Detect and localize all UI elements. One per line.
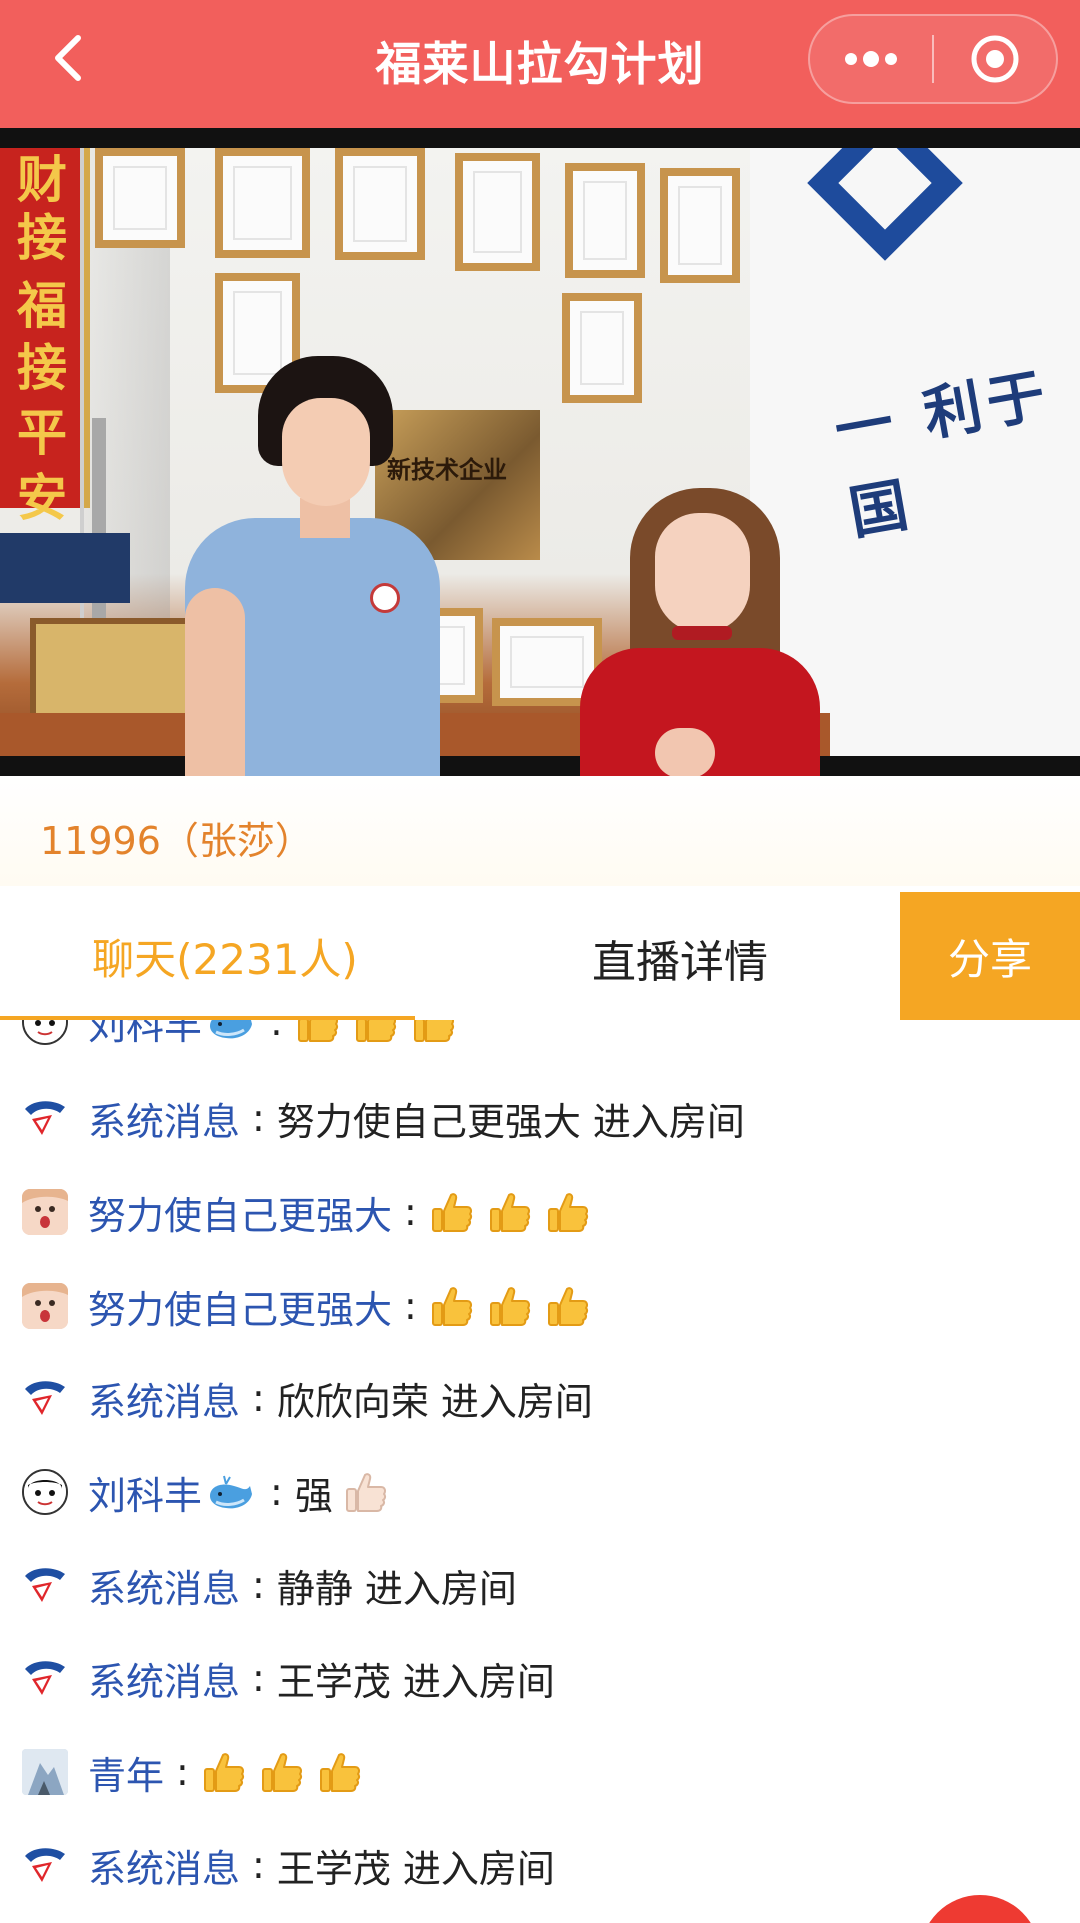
mini-program-capsule bbox=[808, 14, 1058, 104]
certificate-frame bbox=[565, 163, 645, 278]
thumbs-up-icon bbox=[261, 1753, 302, 1792]
message-separator: : bbox=[404, 1190, 417, 1234]
message-text: 静静 进入房间 bbox=[276, 1566, 517, 1611]
user-avatar bbox=[22, 1189, 68, 1235]
certificate-frame bbox=[335, 148, 425, 260]
more-button[interactable] bbox=[810, 16, 932, 102]
message-separator: : bbox=[252, 1656, 265, 1700]
message-text: 王学茂 进入房间 bbox=[276, 1659, 555, 1704]
thumbs-up-icon bbox=[297, 1020, 338, 1042]
message-text: 努力使自己更强大 进入房间 bbox=[276, 1099, 745, 1144]
tab-live-details[interactable]: 直播详情 bbox=[560, 926, 800, 988]
system-logo-avatar bbox=[22, 1655, 68, 1701]
message-author[interactable]: 系统消息 bbox=[88, 1651, 240, 1706]
share-button[interactable]: 分享 bbox=[900, 892, 1080, 1020]
thumbs-up-icon bbox=[489, 1193, 530, 1232]
video-frame: 财 接 福 接 平 安 新技术企业 一 利于国 bbox=[0, 148, 1080, 756]
top-nav-bar: 福莱山拉勾计划 bbox=[0, 0, 1080, 128]
message-separator: : bbox=[252, 1563, 265, 1607]
chat-message: 系统消息: 欣欣向荣 进入房间 bbox=[22, 1368, 603, 1428]
marquee-text: 11996（张莎） bbox=[40, 819, 313, 863]
target-close-icon bbox=[971, 35, 1019, 83]
message-separator: : bbox=[252, 1376, 265, 1420]
certificate-frame bbox=[455, 153, 540, 271]
thumbs-up-icon bbox=[203, 1753, 244, 1792]
message-separator: : bbox=[252, 1843, 265, 1887]
certificate-frame bbox=[660, 168, 740, 283]
live-video-player[interactable]: 财 接 福 接 平 安 新技术企业 一 利于国 bbox=[0, 128, 1080, 776]
system-logo-avatar bbox=[22, 1842, 68, 1888]
user-avatar bbox=[22, 1749, 68, 1795]
message-author[interactable]: 刘科丰 bbox=[88, 1465, 202, 1520]
thumbs-up-icon bbox=[547, 1287, 588, 1326]
certificate-frame bbox=[562, 293, 642, 403]
message-text: 欣欣向荣 进入房间 bbox=[276, 1379, 593, 1424]
message-separator: : bbox=[252, 1096, 265, 1140]
chat-message: 系统消息: 静静 进入房间 bbox=[22, 1555, 527, 1615]
whale-icon bbox=[210, 1475, 253, 1509]
banner-char: 平 bbox=[17, 403, 67, 462]
thumbs-up-icon bbox=[355, 1020, 396, 1042]
message-separator: : bbox=[270, 1470, 283, 1514]
message-text: 强 bbox=[294, 1473, 333, 1518]
thumbs-up-icon bbox=[431, 1193, 472, 1232]
message-author[interactable]: 系统消息 bbox=[88, 1838, 240, 1893]
message-separator: : bbox=[176, 1750, 189, 1794]
thumbs-up-icon bbox=[489, 1287, 530, 1326]
message-author[interactable]: 青年 bbox=[88, 1745, 164, 1800]
system-logo-avatar bbox=[22, 1562, 68, 1608]
chat-list[interactable]: 刘科丰: 系统消息: 努力使自己更强大 进入房间 努力使自己更强大: 努力使自己更强大:… bbox=[0, 1020, 1080, 1923]
message-author[interactable]: 努力使自己更强大 bbox=[88, 1185, 392, 1240]
message-author[interactable]: 系统消息 bbox=[88, 1371, 240, 1426]
more-dots-icon bbox=[845, 51, 897, 67]
chat-message: 刘科丰: bbox=[22, 1020, 469, 1052]
message-author[interactable]: 系统消息 bbox=[88, 1091, 240, 1146]
blue-sign bbox=[0, 533, 130, 603]
message-separator: : bbox=[404, 1284, 417, 1328]
user-avatar bbox=[22, 1020, 68, 1045]
message-author[interactable]: 系统消息 bbox=[88, 1558, 240, 1613]
user-avatar bbox=[22, 1469, 68, 1515]
chat-message: 系统消息: 王学茂 进入房间 bbox=[22, 1835, 565, 1895]
chat-message: 刘科丰: 强 bbox=[22, 1462, 401, 1522]
thumbs-up-icon bbox=[547, 1193, 588, 1232]
tab-chat[interactable]: 聊天(2231人) bbox=[60, 926, 390, 986]
chat-message: 努力使自己更强大: bbox=[22, 1276, 603, 1336]
close-miniprogram-button[interactable] bbox=[934, 16, 1056, 102]
tab-bar: 聊天(2231人) 直播详情 分享 bbox=[0, 886, 1080, 1020]
thumbs-up-icon bbox=[431, 1287, 472, 1326]
chat-message: 努力使自己更强大: bbox=[22, 1182, 603, 1242]
thumbs-up-icon bbox=[345, 1473, 386, 1512]
poster-text: 新技术企业 bbox=[387, 456, 507, 484]
banner-char: 接 bbox=[17, 208, 67, 267]
user-avatar bbox=[22, 1283, 68, 1329]
chat-message: 系统消息: 努力使自己更强大 进入房间 bbox=[22, 1088, 755, 1148]
banner-char: 接 bbox=[17, 338, 67, 397]
message-author[interactable]: 刘科丰 bbox=[88, 1020, 202, 1050]
banner-char: 安 bbox=[17, 468, 67, 527]
system-logo-avatar bbox=[22, 1375, 68, 1421]
announcement-marquee: 11996（张莎） bbox=[0, 776, 1080, 886]
message-separator: : bbox=[270, 1020, 283, 1044]
message-text: 王学茂 进入房间 bbox=[276, 1846, 555, 1891]
whale-icon bbox=[210, 1020, 253, 1039]
message-author[interactable]: 努力使自己更强大 bbox=[88, 1279, 392, 1334]
red-banner: 财 接 福 接 平 安 bbox=[0, 148, 90, 527]
chat-message: 系统消息: 王学茂 进入房间 bbox=[22, 1648, 565, 1708]
certificate-frame bbox=[95, 148, 185, 248]
system-logo-avatar bbox=[22, 1095, 68, 1141]
thumbs-up-icon bbox=[413, 1020, 454, 1042]
certificate-frame bbox=[215, 148, 310, 258]
thumbs-up-icon bbox=[319, 1753, 360, 1792]
chat-message: 青年: bbox=[22, 1742, 375, 1802]
